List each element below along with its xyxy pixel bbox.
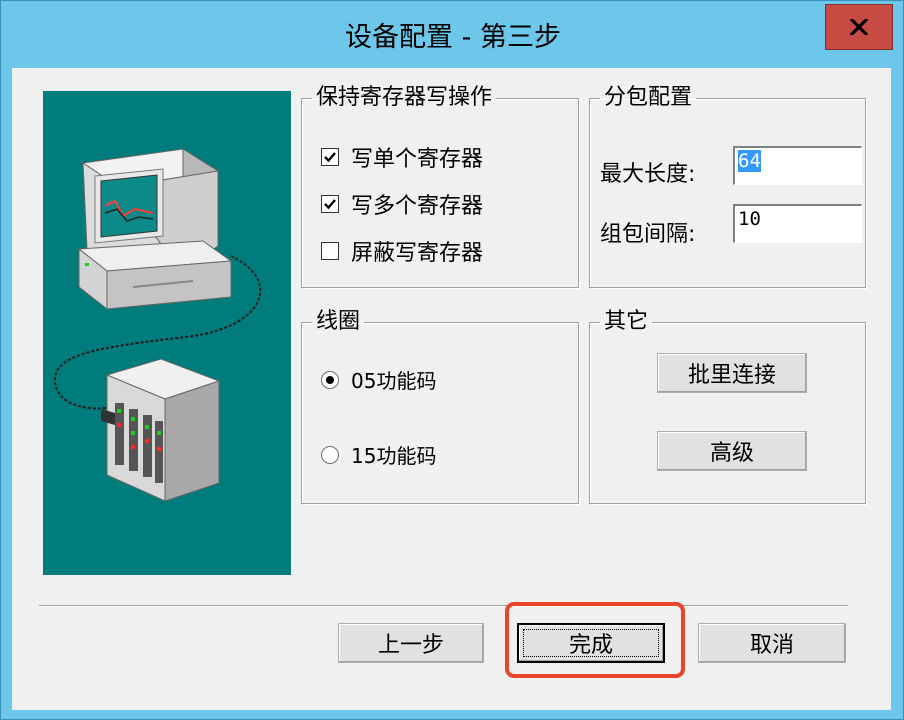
advanced-button[interactable]: 高级 (657, 431, 807, 471)
batch-connect-button[interactable]: 批里连接 (657, 353, 807, 393)
max-length-value: 64 (738, 150, 761, 172)
packet-config-legend: 分包配置 (604, 85, 693, 110)
max-length-input[interactable]: 64 (733, 146, 862, 185)
footer-divider (39, 605, 848, 607)
packet-interval-input[interactable]: 10 (733, 204, 862, 243)
device-illustration (43, 91, 291, 575)
max-length-label: 最大长度: (600, 162, 696, 187)
write-multiple-registers-checkbox[interactable]: 写多个寄存器 (321, 188, 483, 220)
radio-button[interactable] (321, 370, 339, 389)
radio-selected-dot (326, 375, 334, 384)
check-icon (324, 199, 336, 210)
other-legend: 其它 (604, 309, 649, 334)
write-single-register-checkbox[interactable]: 写单个寄存器 (321, 141, 483, 173)
radio-button[interactable] (321, 445, 339, 464)
packet-interval-label: 组包间隔: (600, 222, 696, 247)
packet-interval-value: 10 (738, 208, 761, 230)
checkbox-label: 写多个寄存器 (351, 194, 484, 219)
mask-write-register-checkbox[interactable]: 屏蔽写寄存器 (321, 235, 483, 267)
finish-highlight-annotation (505, 602, 685, 678)
cancel-button[interactable]: 取消 (698, 623, 846, 663)
radio-label: 15功能码 (351, 444, 437, 468)
window-title: 设备配置 - 第三步 (345, 22, 561, 53)
holding-register-legend: 保持寄存器写操作 (316, 85, 493, 110)
function-code-15-radio[interactable]: 15功能码 (321, 440, 436, 469)
checkbox-box[interactable] (321, 242, 339, 260)
checkbox-label: 写单个寄存器 (351, 147, 484, 172)
check-icon (324, 152, 336, 163)
close-icon (850, 19, 868, 35)
coil-legend: 线圈 (316, 309, 361, 334)
checkbox-box[interactable] (321, 195, 339, 213)
computer-device-icon (53, 148, 262, 502)
close-button[interactable] (825, 4, 893, 50)
radio-label: 05功能码 (351, 369, 437, 393)
coil-group: 线圈 (301, 310, 579, 504)
dialog-client-area: 保持寄存器写操作 写单个寄存器 写多个寄存器 屏蔽写寄存器 分包配置 最大长度:… (12, 68, 891, 710)
checkbox-label: 屏蔽写寄存器 (351, 241, 484, 266)
function-code-05-radio[interactable]: 05功能码 (321, 365, 436, 394)
checkbox-box[interactable] (321, 148, 339, 166)
other-group: 其它 (589, 310, 866, 504)
dialog-window: 设备配置 - 第三步 保持寄存器写操作 写单个寄存器 写多个寄存器 屏蔽写寄存器… (0, 0, 904, 720)
previous-step-button[interactable]: 上一步 (338, 623, 484, 663)
